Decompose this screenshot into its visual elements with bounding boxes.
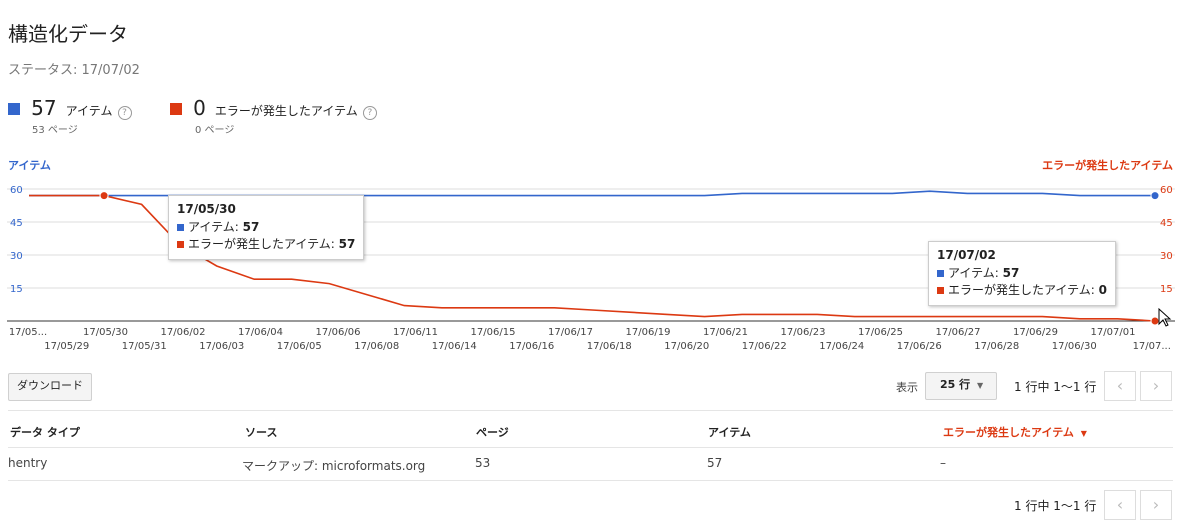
x-tick-label: 17/06/19 [626, 327, 671, 338]
x-tick-label: 17/05... [9, 327, 47, 338]
errors-summary: 0 エラーが発生したアイテム ? [170, 96, 377, 120]
x-tick-label: 17/06/08 [354, 341, 399, 352]
prev-page-button[interactable]: ‹ [1104, 371, 1136, 401]
x-tick-label: 17/06/25 [858, 327, 903, 338]
tooltip-errors-swatch [937, 287, 944, 294]
items-summary: 57 アイテム ? [8, 96, 132, 120]
tooltip-errors-label: エラーが発生したアイテム: [948, 283, 1099, 297]
tooltip-errors-value: 57 [338, 237, 356, 251]
items-count: 57 [31, 96, 57, 120]
y-tick-label-left: 30 [10, 251, 23, 262]
tooltip-items-value: 57 [1002, 266, 1020, 280]
y-tick-label-left: 60 [10, 185, 23, 196]
errors-label: エラーが発生したアイテム [214, 104, 358, 118]
status-text: ステータス: 17/07/02 [8, 63, 140, 78]
pagination-range-footer: 1 行中 1～1 行 [1014, 499, 1097, 513]
x-tick-label: 17/06/04 [238, 327, 283, 338]
x-tick-label: 17/06/28 [974, 341, 1019, 352]
column-header-source[interactable]: ソース [245, 424, 277, 440]
rows-per-page-select[interactable]: 25 行 ▼ [925, 372, 997, 400]
tooltip-errors-label: エラーが発生したアイテム: [188, 237, 339, 251]
tooltip-items-value: 57 [242, 220, 260, 234]
x-tick-label: 17/06/02 [161, 327, 206, 338]
x-tick-label: 17/06/05 [277, 341, 322, 352]
y-tick-label-left: 15 [10, 284, 23, 295]
x-tick-label: 17/05/30 [83, 327, 128, 338]
cell-data-type[interactable]: hentry [8, 456, 47, 470]
column-header-pages[interactable]: ページ [476, 424, 509, 440]
x-tick-label: 17/06/22 [742, 341, 787, 352]
x-tick-label: 17/06/16 [509, 341, 554, 352]
tooltip-date: 17/05/30 [177, 202, 236, 216]
x-tick-label: 17/06/30 [1052, 341, 1097, 352]
table-top-divider [8, 410, 1173, 411]
items-legend-square [8, 103, 20, 115]
sort-desc-icon: ▼ [1080, 429, 1087, 438]
chart-tooltip: 17/07/02 アイテム: 57 エラーが発生したアイテム: 0 [928, 241, 1117, 306]
items-pages: 53 ページ [32, 125, 78, 136]
rows-per-page-label: 表示 [896, 381, 918, 394]
tooltip-errors-value: 0 [1098, 283, 1108, 297]
download-button[interactable]: ダウンロード [8, 373, 92, 401]
x-tick-label: 17/06/03 [199, 341, 244, 352]
y-tick-label-left: 45 [10, 218, 23, 229]
column-header-errors[interactable]: エラーが発生したアイテム ▼ [943, 424, 1087, 440]
x-tick-label: 17/05/29 [44, 341, 89, 352]
x-tick-label: 17/05/31 [122, 341, 167, 352]
chart-tooltip: 17/05/30 アイテム: 57 エラーが発生したアイテム: 57 [168, 195, 365, 260]
x-tick-label: 17/06/06 [316, 327, 361, 338]
cell-items: 57 [707, 456, 723, 470]
x-tick-label: 17/06/18 [587, 341, 632, 352]
x-tick-label: 17/07... [1133, 341, 1171, 352]
x-tick-label: 17/06/21 [703, 327, 748, 338]
table-row[interactable]: hentry マークアップ: microformats.org 53 57 – [0, 448, 1185, 480]
x-tick-label: 17/07/01 [1091, 327, 1136, 338]
y-tick-label-right: 30 [1160, 251, 1173, 262]
rows-per-page-value: 25 行 [940, 378, 971, 391]
errors-data-point [99, 191, 109, 201]
tooltip-items-swatch [937, 270, 944, 277]
page-title: 構造化データ [8, 22, 128, 46]
x-tick-label: 17/06/27 [936, 327, 981, 338]
tooltip-items-swatch [177, 224, 184, 231]
errors-pages: 0 ページ [195, 125, 235, 136]
items-data-point [1150, 191, 1160, 201]
column-header-data-type[interactable]: データ タイプ [10, 424, 80, 440]
pagination-range: 1 行中 1～1 行 [1014, 380, 1097, 394]
errors-legend-square [170, 103, 182, 115]
errors-count: 0 [193, 96, 206, 120]
chevron-down-icon: ▼ [976, 381, 984, 390]
next-page-button[interactable]: › [1140, 371, 1172, 401]
items-label: アイテム [65, 104, 113, 118]
x-tick-label: 17/06/20 [664, 341, 709, 352]
cell-pages: 53 [475, 456, 491, 470]
next-page-button[interactable]: › [1140, 490, 1172, 520]
cell-errors: – [940, 456, 946, 470]
cell-source: マークアップ: microformats.org [242, 459, 426, 473]
x-tick-label: 17/06/29 [1013, 327, 1058, 338]
x-tick-label: 17/06/11 [393, 327, 438, 338]
y-tick-label-right: 45 [1160, 218, 1173, 229]
column-header-errors-label: エラーが発生したアイテム [943, 426, 1074, 439]
table-bottom-divider [8, 480, 1173, 481]
column-header-items[interactable]: アイテム [708, 424, 751, 440]
prev-page-button[interactable]: ‹ [1104, 490, 1136, 520]
help-icon[interactable]: ? [362, 106, 377, 120]
x-tick-label: 17/06/26 [897, 341, 942, 352]
tooltip-errors-swatch [177, 241, 184, 248]
help-icon[interactable]: ? [117, 106, 132, 120]
x-tick-label: 17/06/17 [548, 327, 593, 338]
mouse-cursor-icon [1158, 308, 1172, 327]
x-tick-label: 17/06/14 [432, 341, 477, 352]
tooltip-date: 17/07/02 [937, 248, 996, 262]
x-tick-label: 17/06/15 [471, 327, 516, 338]
x-tick-label: 17/06/24 [819, 341, 864, 352]
tooltip-items-label: アイテム: [948, 266, 1003, 280]
tooltip-items-label: アイテム: [188, 220, 243, 234]
x-tick-label: 17/06/23 [781, 327, 826, 338]
y-tick-label-right: 15 [1160, 284, 1173, 295]
y-tick-label-right: 60 [1160, 185, 1173, 196]
